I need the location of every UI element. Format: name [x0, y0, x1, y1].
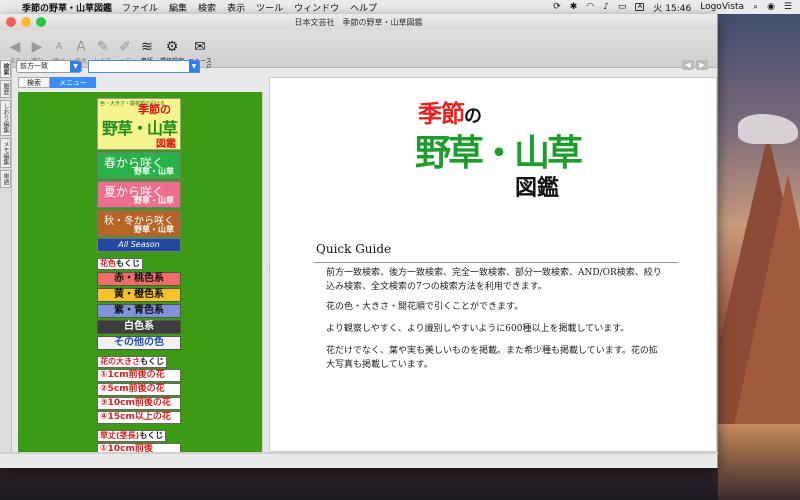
menu-size-10cm[interactable]: ③10cm前後の花	[97, 397, 181, 410]
guide-paragraph: より観察しやすく、より識別しやすいように600種以上を掲載しています。	[326, 324, 630, 334]
clock[interactable]: 火 15:46	[653, 1, 691, 14]
divider	[314, 262, 678, 263]
gear-icon: ⚙	[165, 39, 179, 55]
menu-window[interactable]: ウィンドウ	[294, 1, 339, 14]
chevron-down-icon[interactable]: ▼	[189, 60, 199, 72]
sync-icon[interactable]: ⟳	[553, 2, 561, 12]
menu-file[interactable]: ファイル	[122, 1, 158, 14]
title-bar: 日本文芸社 季節の野草・山草図鑑	[0, 14, 717, 30]
side-tab-word[interactable]: 単語	[0, 170, 11, 188]
user-name[interactable]: LogoVista	[700, 2, 744, 12]
quick-guide-heading: Quick Guide	[316, 242, 392, 256]
menu-autumn-winter[interactable]: 秋・冬から咲く 野草・山草	[97, 210, 181, 237]
tab-search[interactable]: 検索	[18, 77, 50, 88]
news-icon: ✉	[194, 39, 206, 55]
menu-color-white[interactable]: 白色系	[97, 320, 181, 334]
forward-icon: ▶	[31, 39, 43, 55]
bookmark-icon: ✎	[97, 39, 109, 55]
side-tab-strip: 検索 履歴 しおり編集 メモ編集 単語	[0, 58, 12, 452]
window-title: 日本文芸社 季節の野草・山草図鑑	[294, 17, 423, 27]
guide-paragraph: 花だけでなく、葉や実も美しいものを掲載。また希少種も掲載しています。花の拡大写真…	[326, 346, 658, 370]
menu-search[interactable]: 検索	[198, 1, 216, 14]
search-input[interactable]: ▼	[88, 59, 200, 73]
menu-height-10cm[interactable]: ①10cm前後	[97, 443, 181, 452]
title-line-2: 野草・山草	[415, 133, 583, 174]
guide-paragraph: 花の色・大きさ・開花順で引くことができます。	[326, 302, 524, 312]
search-bar: 前方一致 ▼ ▼ ⌕	[16, 58, 212, 74]
menu-color-yellow-orange[interactable]: 黄・橙色系	[97, 288, 181, 302]
book-logo[interactable]: 色・大きさ・開花順で引ける 季節の 野草・山草 図鑑	[97, 98, 181, 150]
menu-color-purple-blue[interactable]: 紫・青色系	[97, 304, 181, 318]
window-bottom-edge	[0, 452, 718, 454]
menu-all-season[interactable]: All Season	[97, 238, 181, 252]
menu-color-red-pink[interactable]: 赤・桃色系	[97, 272, 181, 286]
search-mode-select[interactable]: 前方一致 ▼	[16, 59, 82, 73]
guide-paragraph: 前方一致検索、後方一致検索、完全一致検索、部分一致検索、AND/OR検索、絞り込…	[326, 268, 662, 292]
desktop-background	[718, 14, 800, 500]
pane-splitter[interactable]: ⋮	[262, 92, 271, 452]
text-large-icon: A	[76, 39, 86, 55]
menu-help[interactable]: ヘルプ	[350, 1, 377, 14]
menu-app-name[interactable]: 季節の野草・山草図鑑	[22, 1, 112, 14]
chevron-down-icon: ▼	[70, 60, 81, 72]
word-icon: ≋	[141, 39, 153, 55]
page-nav: ◀ ▶	[682, 60, 708, 70]
search-mode-value: 前方一致	[20, 61, 48, 70]
volume-icon[interactable]: ♪	[603, 2, 609, 12]
search-icon[interactable]: ⌕	[206, 59, 212, 73]
text-small-icon: A	[55, 41, 63, 52]
memo-icon: ✐	[119, 39, 131, 55]
tab-menu[interactable]: メニュー	[50, 77, 96, 88]
menu-tools[interactable]: ツール	[256, 1, 283, 14]
back-icon: ◀	[9, 39, 21, 55]
title-line-3: 図鑑	[515, 176, 560, 201]
bluetooth-icon[interactable]: ✱	[570, 2, 578, 12]
lake-shape	[718, 424, 800, 500]
side-tab-search[interactable]: 検索	[0, 60, 11, 78]
snow-shape	[738, 114, 798, 144]
book-title-graphic: 季節の 野草・山草 図鑑	[415, 94, 585, 202]
spotlight-icon[interactable]: ⌕	[753, 2, 758, 12]
notification-center-icon[interactable]: ☰	[784, 2, 792, 12]
menu-edit[interactable]: 編集	[169, 1, 187, 14]
menu-view[interactable]: 表示	[227, 1, 245, 14]
menu-bar: 季節の野草・山草図鑑 ファイル 編集 検索 表示 ツール ウィンドウ ヘルプ ⟳…	[0, 0, 800, 14]
input-source-icon[interactable]: A	[635, 3, 645, 11]
height-index-heading: 草丈(茎長)もくじ	[97, 430, 167, 442]
siri-icon[interactable]: ◉	[767, 2, 775, 12]
zoom-button[interactable]	[36, 17, 46, 27]
status-menus: ⟳ ✱ ◠ ♪ ▭ A 火 15:46 LogoVista ⌕ ◉ ☰	[553, 1, 800, 14]
menu-spring[interactable]: 春から咲く 野草・山草	[97, 152, 181, 179]
next-page-button[interactable]: ▶	[696, 60, 708, 70]
menu-size-1cm[interactable]: ①1cm前後の花	[97, 369, 181, 382]
mountain-shape	[728, 174, 800, 454]
menu-size-15cm[interactable]: ④15cm以上の花	[97, 411, 181, 424]
window-controls	[6, 17, 46, 27]
side-tab-history[interactable]: 履歴	[0, 80, 11, 98]
prev-page-button[interactable]: ◀	[682, 60, 694, 70]
side-tab-memo-edit[interactable]: メモ編集	[0, 138, 11, 168]
wifi-icon[interactable]: ◠	[586, 2, 594, 12]
menu-column: 色・大きさ・開花順で引ける 季節の 野草・山草 図鑑 春から咲く 野草・山草 夏か…	[97, 98, 181, 452]
panel-tabs: 検索 メニュー	[18, 77, 96, 88]
menu-size-5cm[interactable]: ②5cm前後の花	[97, 383, 181, 396]
content-pane: 季節の 野草・山草 図鑑 Quick Guide 前方一致検索、後方一致検索、完…	[269, 77, 717, 452]
menu-color-other[interactable]: その他の色	[97, 336, 181, 350]
battery-icon[interactable]: ▭	[618, 2, 627, 12]
menu-summer[interactable]: 夏から咲く 野草・山草	[97, 181, 181, 208]
color-index-heading: 花色もくじ	[97, 258, 143, 270]
close-button[interactable]	[6, 17, 16, 27]
side-tab-bookmark-edit[interactable]: しおり編集	[0, 100, 11, 136]
menu-panel: 色・大きさ・開花順で引ける 季節の 野草・山草 図鑑 春から咲く 野草・山草 夏か…	[18, 92, 262, 452]
minimize-button[interactable]	[21, 17, 31, 27]
size-index-heading: 花の大きさもくじ	[97, 356, 167, 368]
